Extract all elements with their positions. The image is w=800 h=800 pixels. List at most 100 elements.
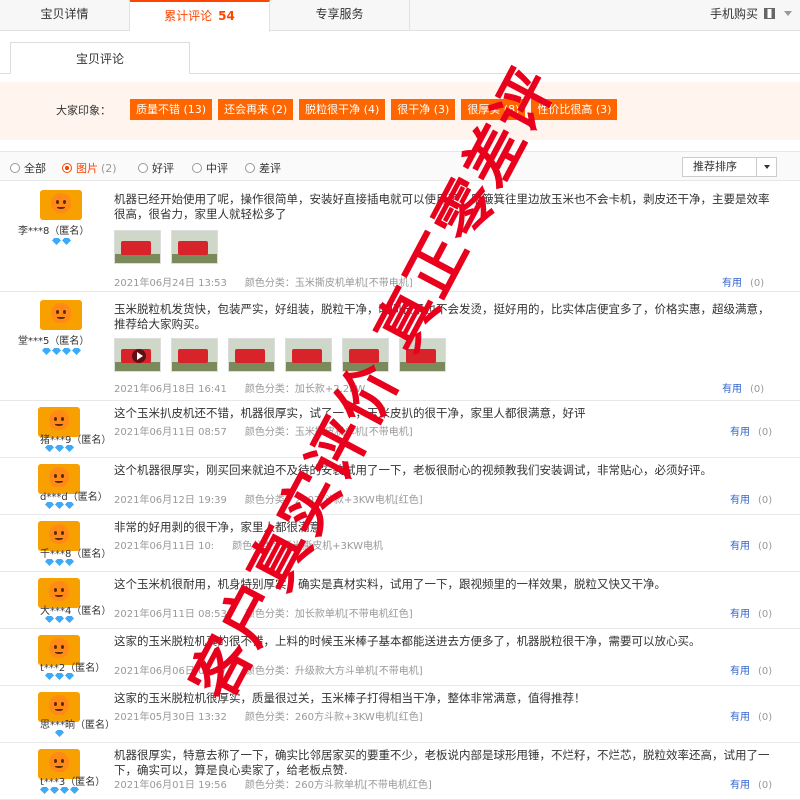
- tab-product-reviews[interactable]: 宝贝评论: [10, 42, 190, 74]
- review-photo[interactable]: [399, 338, 446, 372]
- review-spec: 颜色分类：260方斗款+3KW电机[红色]: [244, 495, 423, 506]
- useful-label: 有用: [730, 609, 750, 620]
- avatar-face-icon: [49, 752, 69, 772]
- avatar-face-icon: [49, 695, 69, 715]
- avatar-eye-icon: [61, 531, 64, 535]
- filter-bad-label: 差评: [259, 162, 281, 175]
- user-level-badges: [55, 727, 65, 737]
- sort-separator: [756, 158, 757, 176]
- avatar-eye-icon: [61, 759, 64, 763]
- user-level-badges: [45, 442, 75, 452]
- radio-icon[interactable]: [138, 163, 148, 173]
- avatar-eye-icon: [54, 417, 57, 421]
- impression-tag[interactable]: 质量不错 (13): [130, 99, 213, 120]
- radio-checked-icon[interactable]: [62, 163, 72, 173]
- radio-icon[interactable]: [245, 163, 255, 173]
- diamond-level-icon: [62, 348, 71, 355]
- review-meta: 2021年06月06日 09:47 颜色分类：升级款大方斗单机[不带电机]: [114, 662, 423, 677]
- user-level-badges: [45, 499, 75, 509]
- useful-button[interactable]: 有用 (0): [730, 776, 772, 791]
- filter-all[interactable]: 全部: [10, 160, 46, 176]
- filter-photo-label: 图片: [76, 162, 98, 175]
- useful-button[interactable]: 有用 (0): [722, 274, 764, 289]
- chevron-down-icon[interactable]: [784, 11, 792, 16]
- filter-neutral[interactable]: 中评: [192, 160, 228, 176]
- review-spec: 颜色分类：260方斗款单机[不带电机红色]: [244, 780, 432, 791]
- review-photo[interactable]: [114, 338, 161, 372]
- impressions-label: 大家印象：: [56, 104, 111, 117]
- review-photo[interactable]: [342, 338, 389, 372]
- review-photo[interactable]: [228, 338, 275, 372]
- avatar[interactable]: [40, 190, 82, 220]
- useful-button[interactable]: 有用 (0): [730, 708, 772, 723]
- diamond-level-icon: [40, 787, 49, 794]
- impression-tag[interactable]: 很干净 (3): [391, 99, 456, 120]
- photo-ground: [172, 254, 217, 263]
- useful-label: 有用: [730, 666, 750, 677]
- avatar-face-icon: [49, 638, 69, 658]
- caret-down-icon: [764, 165, 770, 169]
- review-row: 李***8（匿名） 机器已经开始使用了呢，操作很简单，安装好直接插电就可以使用了，…: [0, 182, 800, 292]
- filter-good[interactable]: 好评: [138, 160, 174, 176]
- avatar-face-icon: [49, 524, 69, 544]
- useful-button[interactable]: 有用 (0): [722, 380, 764, 395]
- impression-tag[interactable]: 性价比很高 (3): [531, 99, 618, 120]
- review-date: 2021年06月18日 16:41: [114, 384, 227, 395]
- radio-icon[interactable]: [192, 163, 202, 173]
- diamond-level-icon: [45, 673, 54, 680]
- review-spec: 颜色分类：升级款大方斗单机[不带电机]: [244, 666, 423, 677]
- photo-ground: [115, 362, 160, 371]
- mobile-buy-button[interactable]: 手机购买: [710, 0, 775, 31]
- review-photo[interactable]: [285, 338, 332, 372]
- diamond-level-icon: [50, 787, 59, 794]
- avatar[interactable]: [40, 300, 82, 330]
- useful-count: (0): [758, 427, 773, 438]
- useful-count: (0): [750, 278, 765, 289]
- useful-button[interactable]: 有用 (0): [730, 491, 772, 506]
- review-photo[interactable]: [171, 338, 218, 372]
- useful-button[interactable]: 有用 (0): [730, 537, 772, 552]
- machine-thumbnail-icon: [178, 241, 208, 255]
- avatar-mouth-icon: [55, 651, 63, 654]
- diamond-level-icon: [65, 445, 74, 452]
- review-spec: 颜色分类：加长款单机[不带电机红色]: [244, 609, 413, 620]
- avatar-face-icon: [49, 410, 69, 430]
- useful-button[interactable]: 有用 (0): [730, 605, 772, 620]
- diamond-level-icon: [55, 730, 64, 737]
- tab-reviews[interactable]: 累计评论 54: [130, 0, 270, 32]
- review-photo[interactable]: [114, 230, 161, 264]
- review-spec: 颜色分类：260方斗款+3KW电机[红色]: [244, 712, 423, 723]
- useful-label: 有用: [722, 278, 742, 289]
- review-row: t***2（匿名） 这家的玉米脱粒机真的很不错，上料的时候玉米棒子基本都能送进去方…: [0, 629, 800, 686]
- sort-dropdown[interactable]: 推荐排序: [682, 157, 777, 177]
- useful-button[interactable]: 有用 (0): [730, 662, 772, 677]
- review-meta: 2021年06月11日 08:53 颜色分类：加长款单机[不带电机红色]: [114, 605, 413, 620]
- impression-tag[interactable]: 很厚实 (8): [461, 99, 526, 120]
- useful-count: (0): [758, 541, 773, 552]
- useful-count: (0): [758, 495, 773, 506]
- useful-button[interactable]: 有用 (0): [730, 423, 772, 438]
- review-spec: 颜色分类：加长款+2.2KW: [244, 384, 366, 395]
- review-date: 2021年06月06日 09:47: [114, 666, 227, 677]
- avatar-face-icon: [49, 467, 69, 487]
- diamond-level-icon: [60, 787, 69, 794]
- radio-icon[interactable]: [10, 163, 20, 173]
- review-spec: 颜色分类：玉米撕皮机单机[不带电机]: [244, 427, 413, 438]
- tab-item-detail[interactable]: 宝贝详情: [0, 0, 130, 31]
- review-text: 这家的玉米脱粒机很厚实，质量很过关，玉米棒子打得相当干净，整体非常满意，值得推荐…: [114, 691, 586, 705]
- sort-label: 推荐排序: [693, 160, 737, 173]
- tab-exclusive-service[interactable]: 专享服务: [270, 0, 410, 31]
- review-row: 千***8（匿名） 非常的好用剥的很干净，家里人都很满意 2021年06月11日 …: [0, 515, 800, 572]
- impression-tag[interactable]: 还会再来 (2): [218, 99, 294, 120]
- avatar-mouth-icon: [57, 316, 65, 319]
- filter-photo[interactable]: 图片 (2): [62, 160, 117, 176]
- impression-tag[interactable]: 脱粒很干净 (4): [299, 99, 386, 120]
- review-text: 非常的好用剥的很干净，家里人都很满意: [114, 520, 321, 534]
- filter-bad[interactable]: 差评: [245, 160, 281, 176]
- review-date: 2021年06月11日 10:: [114, 541, 215, 552]
- machine-thumbnail-icon: [292, 349, 322, 363]
- useful-label: 有用: [722, 384, 742, 395]
- review-photo[interactable]: [171, 230, 218, 264]
- useful-count: (0): [758, 609, 773, 620]
- review-date: 2021年06月24日 13:53: [114, 278, 227, 289]
